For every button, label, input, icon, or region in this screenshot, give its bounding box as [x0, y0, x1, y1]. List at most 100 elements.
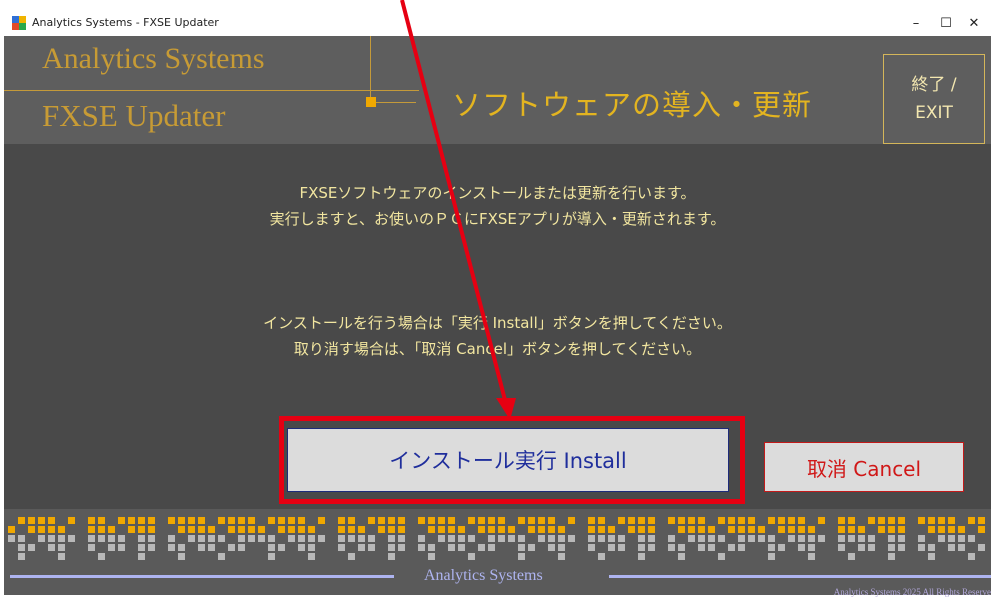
- footer-dot: [478, 526, 485, 533]
- footer-dot-pattern: [8, 517, 985, 560]
- header-accent-line: [376, 102, 416, 103]
- footer-dot: [788, 526, 795, 533]
- footer-dot: [758, 526, 765, 533]
- footer-dot: [888, 544, 895, 551]
- footer-dot: [878, 517, 885, 524]
- footer-dot: [918, 517, 925, 524]
- footer-dot: [808, 535, 815, 542]
- footer-dot: [248, 535, 255, 542]
- footer-dot: [638, 526, 645, 533]
- footer-dot: [348, 517, 355, 524]
- footer-dot: [58, 544, 65, 551]
- footer-dot: [128, 526, 135, 533]
- footer-dot: [298, 517, 305, 524]
- copyright-text: Analytics Systems 2025 All Rights Reserv…: [833, 587, 991, 597]
- footer-dot: [888, 517, 895, 524]
- footer-dot: [238, 535, 245, 542]
- footer-dot: [448, 535, 455, 542]
- footer-dot: [398, 544, 405, 551]
- footer-dot: [438, 517, 445, 524]
- footer-dot: [798, 535, 805, 542]
- footer-dot: [228, 517, 235, 524]
- brand-title: Analytics Systems: [42, 42, 265, 75]
- footer-dot: [798, 544, 805, 551]
- app-icon: [12, 16, 26, 30]
- footer-dot: [548, 526, 555, 533]
- footer-dot: [618, 535, 625, 542]
- footer-dot: [788, 535, 795, 542]
- footer-dot: [548, 535, 555, 542]
- footer-dot: [968, 535, 975, 542]
- footer-dot: [858, 535, 865, 542]
- footer-dot: [738, 526, 745, 533]
- footer-dot: [978, 544, 985, 551]
- footer-dot: [708, 544, 715, 551]
- footer-dot: [278, 517, 285, 524]
- footer-dot: [388, 553, 395, 560]
- footer-dot: [28, 517, 35, 524]
- footer-dot: [348, 553, 355, 560]
- footer-dot: [398, 526, 405, 533]
- footer-dot: [338, 517, 345, 524]
- footer-dot: [338, 535, 345, 542]
- footer-dot: [48, 526, 55, 533]
- footer-dot: [718, 535, 725, 542]
- footer-dot: [798, 526, 805, 533]
- footer-dot: [148, 544, 155, 551]
- footer-dot: [388, 526, 395, 533]
- footer-dot: [38, 526, 45, 533]
- footer-dot: [848, 553, 855, 560]
- footer-dot: [518, 517, 525, 524]
- footer-dot: [268, 535, 275, 542]
- cancel-button[interactable]: 取消 Cancel: [764, 442, 964, 492]
- footer-dot: [148, 517, 155, 524]
- footer-dot: [678, 526, 685, 533]
- footer-dot: [968, 553, 975, 560]
- footer-dot: [948, 526, 955, 533]
- footer-dot: [448, 526, 455, 533]
- footer-dot: [668, 535, 675, 542]
- footer-line-right: [609, 575, 991, 578]
- footer-dot: [238, 526, 245, 533]
- footer-dot: [808, 544, 815, 551]
- footer-dot: [308, 544, 315, 551]
- footer-dot: [358, 526, 365, 533]
- footer-dot: [248, 517, 255, 524]
- footer-dot: [588, 517, 595, 524]
- footer-dot: [378, 526, 385, 533]
- footer-dot: [838, 526, 845, 533]
- footer-dot: [868, 535, 875, 542]
- footer-dot: [238, 544, 245, 551]
- footer-dot: [88, 526, 95, 533]
- footer-dot: [548, 544, 555, 551]
- footer-dot: [288, 517, 295, 524]
- footer-dot: [918, 535, 925, 542]
- footer-dot: [728, 544, 735, 551]
- footer-dot: [68, 535, 75, 542]
- footer-dot: [608, 544, 615, 551]
- footer-dot: [948, 535, 955, 542]
- footer-dot: [958, 526, 965, 533]
- footer-dot: [108, 526, 115, 533]
- footer-dot: [848, 526, 855, 533]
- footer-dot: [48, 535, 55, 542]
- footer-dot: [108, 535, 115, 542]
- footer-dot: [738, 535, 745, 542]
- footer-dot: [588, 544, 595, 551]
- footer-dot: [168, 535, 175, 542]
- footer-dot: [18, 544, 25, 551]
- footer-dot: [268, 553, 275, 560]
- footer-dot: [768, 535, 775, 542]
- exit-label-jp: 終了 /: [911, 75, 957, 95]
- footer-dot: [98, 526, 105, 533]
- footer-dot: [308, 553, 315, 560]
- footer-dot: [898, 517, 905, 524]
- close-button[interactable]: ✕: [954, 10, 991, 36]
- exit-button[interactable]: 終了 / EXIT: [883, 54, 985, 144]
- footer-dot: [268, 517, 275, 524]
- install-button[interactable]: インストール実行 Install: [287, 428, 729, 492]
- footer-dot: [108, 544, 115, 551]
- footer-dot: [428, 526, 435, 533]
- header-square-icon: [366, 97, 376, 107]
- footer-dot: [268, 544, 275, 551]
